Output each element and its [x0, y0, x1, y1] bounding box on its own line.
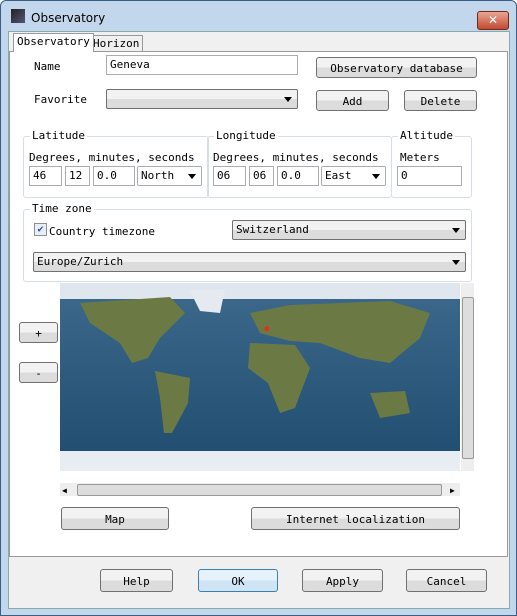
world-map[interactable] [60, 283, 460, 471]
altitude-hint: Meters [400, 151, 440, 164]
location-marker [264, 326, 270, 332]
window-title: Observatory [31, 11, 106, 25]
ok-button[interactable]: OK [198, 569, 278, 592]
latitude-hint: Degrees, minutes, seconds [29, 151, 195, 164]
latitude-title: Latitude [30, 129, 87, 142]
observatory-database-button[interactable]: Observatory database [316, 57, 477, 78]
latitude-minutes-input[interactable]: 12 [65, 166, 90, 186]
latitude-degrees-input[interactable]: 46 [29, 166, 62, 186]
altitude-title: Altitude [398, 129, 455, 142]
altitude-input[interactable]: 0 [397, 166, 462, 186]
map-horizontal-scrollbar[interactable]: ◀ ▶ [60, 483, 460, 496]
country-select[interactable]: Switzerland [232, 220, 466, 240]
checkmark-icon: ✔ [37, 224, 44, 235]
map-vertical-scrollbar[interactable] [461, 283, 474, 471]
vertical-scroll-thumb[interactable] [462, 297, 474, 459]
app-icon [11, 9, 25, 23]
latitude-hemisphere-select[interactable]: North [137, 166, 202, 186]
scroll-right-icon[interactable]: ▶ [450, 486, 455, 495]
help-button[interactable]: Help [100, 569, 173, 592]
longitude-hemisphere-select[interactable]: East [321, 166, 386, 186]
longitude-hint: Degrees, minutes, seconds [213, 151, 379, 164]
chevron-down-icon [372, 174, 380, 179]
chevron-down-icon [452, 260, 460, 265]
longitude-seconds-input[interactable]: 0.0 [277, 166, 319, 186]
scroll-left-icon[interactable]: ◀ [62, 486, 67, 495]
cancel-button[interactable]: Cancel [406, 569, 487, 592]
apply-button[interactable]: Apply [302, 569, 383, 592]
add-button[interactable]: Add [316, 90, 389, 111]
longitude-degrees-input[interactable]: 06 [213, 166, 246, 186]
longitude-minutes-input[interactable]: 06 [249, 166, 274, 186]
name-input[interactable]: Geneva [106, 55, 298, 75]
close-icon: ✕ [487, 13, 499, 27]
country-timezone-label: Country timezone [49, 225, 155, 238]
arctic-ice [60, 283, 460, 299]
timezone-title: Time zone [30, 202, 94, 215]
timezone-select[interactable]: Europe/Zurich [33, 252, 466, 272]
zoom-in-button[interactable]: + [19, 322, 58, 343]
favorite-label: Favorite [34, 93, 87, 106]
zoom-out-button[interactable]: - [19, 362, 58, 383]
tab-observatory[interactable]: Observatory [13, 33, 94, 52]
favorite-select[interactable] [106, 89, 298, 109]
antarctica [60, 451, 460, 471]
close-button[interactable]: ✕ [477, 11, 509, 30]
horizontal-scroll-thumb[interactable] [77, 484, 442, 496]
chevron-down-icon [452, 228, 460, 233]
tab-horizon[interactable]: Horizon [89, 35, 144, 52]
map-button[interactable]: Map [61, 507, 169, 530]
chevron-down-icon [284, 97, 292, 102]
name-label: Name [34, 60, 61, 73]
country-timezone-checkbox[interactable]: ✔ [34, 223, 47, 236]
chevron-down-icon [188, 174, 196, 179]
internet-localization-button[interactable]: Internet localization [251, 507, 460, 530]
delete-button[interactable]: Delete [404, 90, 477, 111]
longitude-title: Longitude [214, 129, 278, 142]
latitude-seconds-input[interactable]: 0.0 [93, 166, 135, 186]
